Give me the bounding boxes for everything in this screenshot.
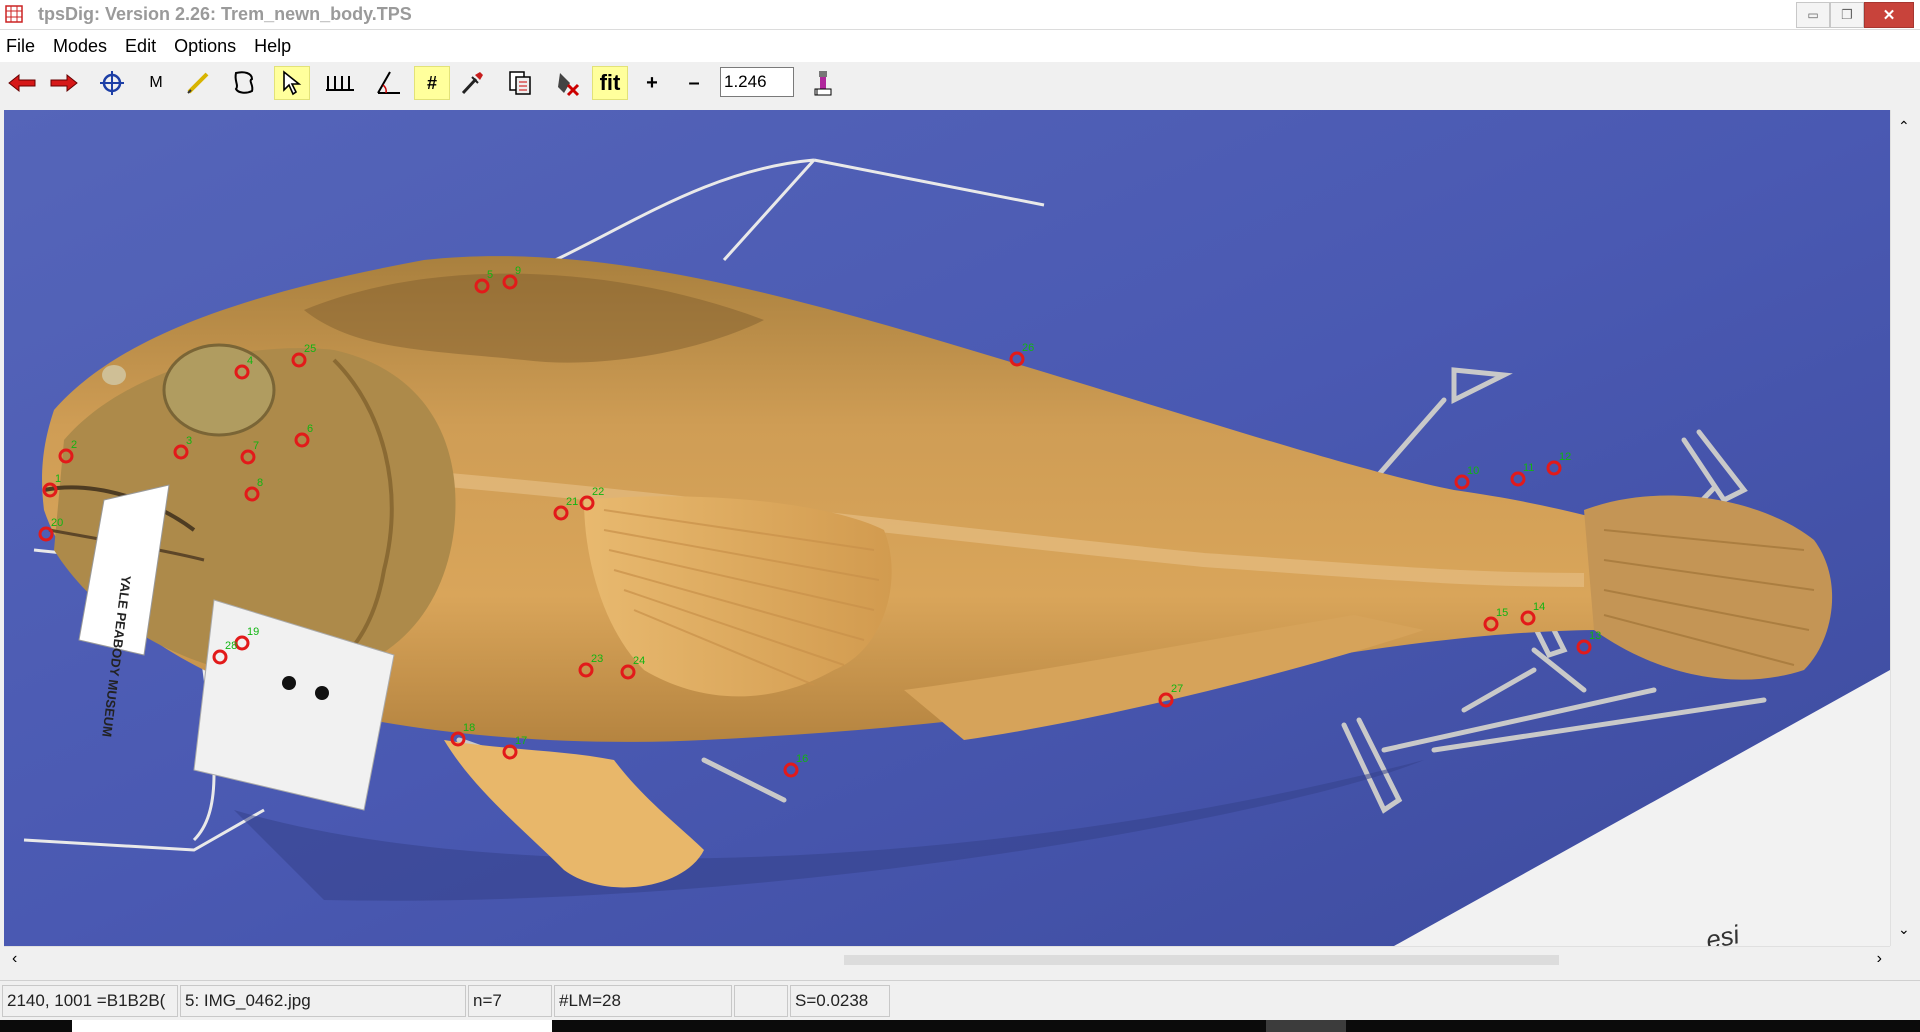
vertical-scrollbar[interactable]: ⌃ ⌄ [1890,110,1916,946]
previous-image-button[interactable] [4,66,40,100]
dropper-icon [461,72,483,95]
select-mode-button[interactable] [274,66,310,100]
specimen-image: YALE PEABODY MUSEUM esi 12 345678910 11121… [4,110,1890,946]
menu-edit[interactable]: Edit [125,36,156,57]
scroll-left-icon[interactable]: ‹ [12,950,17,968]
landmark-label: 17 [515,735,527,747]
minus-icon: – [688,71,700,94]
image-canvas[interactable]: YALE PEABODY MUSEUM esi 1 2 3 4 5 6 7 8 9 10 11 12 1… [4,110,1890,946]
status-landmark-count: #LM=28 [554,985,732,1017]
landmark-label: 23 [591,653,603,665]
minimize-icon: ▭ [1807,8,1819,22]
outline-icon [234,71,254,94]
right-arrow-icon [50,73,78,93]
document-icon [509,71,531,95]
horizontal-scrollbar[interactable]: ‹ › [4,946,1890,972]
plus-icon: + [646,71,658,94]
title-bar: tpsDig: Version 2.26: Trem_newn_body.TPS… [0,0,1920,30]
landmark-label: 21 [566,496,578,508]
left-arrow-icon [8,73,36,93]
rotate-button[interactable] [806,66,842,100]
landmark-label: 1 [55,473,61,485]
landmark-label: 14 [1533,601,1545,613]
close-button[interactable]: ✕ [1864,2,1914,28]
close-icon: ✕ [1882,7,1896,24]
scroll-up-icon[interactable]: ⌃ [1898,118,1910,135]
landmark-label: 22 [592,486,604,498]
pencil-icon [187,72,209,94]
landmark-label: 11 [1523,462,1534,474]
landmark-label: 6 [307,423,313,435]
landmark-label: 19 [247,626,259,638]
menu-options[interactable]: Options [174,36,236,57]
landmark-label: 7 [253,440,259,452]
landmark-label: 9 [515,265,521,277]
minimize-button[interactable]: ▭ [1796,2,1830,28]
menu-file[interactable]: File [6,36,35,57]
ruler-icon [326,76,354,91]
landmark-label: 3 [186,435,192,447]
clear-landmarks-button[interactable] [550,66,586,100]
digitize-landmarks-button[interactable] [94,66,130,100]
landmark-label: 4 [247,355,253,367]
window-title: tpsDig: Version 2.26: Trem_newn_body.TPS [38,4,412,24]
status-coordinates: 2140, 1001 =B1B2B( [2,985,178,1017]
status-specimen-number: n=7 [468,985,552,1017]
horizontal-scroll-thumb[interactable] [844,955,1559,965]
landmark-label: 26 [1022,342,1034,354]
angle-button[interactable] [370,66,406,100]
landmark-label: 15 [1496,607,1508,619]
zoom-out-button[interactable]: – [676,66,712,100]
zoom-in-button[interactable]: + [634,66,670,100]
clamp-icon [814,71,832,96]
zoom-input[interactable]: 1.246 [720,67,794,97]
status-scale: S=0.0238 [790,985,890,1017]
landmark-label: 28 [225,640,237,652]
image-info-button[interactable] [502,66,538,100]
maximize-button[interactable]: ❐ [1830,2,1864,28]
landmark-label: 16 [796,753,808,765]
status-empty-cell [734,985,788,1017]
fit-label: fit [599,70,621,95]
maximize-icon: ❐ [1841,7,1853,22]
landmark-label: 10 [1467,465,1479,477]
color-button[interactable] [454,66,490,100]
landmark-label: 2 [71,439,77,451]
menu-help[interactable]: Help [254,36,291,57]
pointer-icon [283,70,302,96]
landmark-label: 24 [633,655,645,667]
delete-points-icon [558,73,580,97]
landmark-label: 12 [1559,451,1571,463]
landmark-label: 18 [463,722,475,734]
taskbar-active-item[interactable] [72,1020,552,1032]
hash-icon: # [426,72,437,93]
crosshair-icon [100,71,124,95]
fit-button[interactable]: fit [592,66,628,100]
landmark-label: 13 [1589,630,1601,642]
measure-button[interactable]: M [138,66,174,100]
landmark-label: 25 [304,343,316,355]
scroll-right-icon[interactable]: › [1877,950,1882,968]
landmark-label: 20 [51,517,63,529]
menu-bar: File Modes Edit Options Help [0,30,1920,62]
landmark-label: 5 [487,269,493,281]
angle-icon [377,71,400,94]
draw-line-button[interactable] [180,66,216,100]
toolbar: M # fit + – [0,62,1920,104]
scroll-down-icon[interactable]: ⌄ [1898,921,1910,938]
status-filename: 5: IMG_0462.jpg [180,985,466,1017]
draw-outline-button[interactable] [226,66,262,100]
menu-modes[interactable]: Modes [53,36,107,57]
app-icon [5,5,23,23]
show-numbers-button[interactable]: # [414,66,450,100]
landmark-label: 8 [257,477,263,489]
m-label: M [149,74,163,91]
taskbar-item[interactable] [1266,1020,1346,1032]
status-bar: 2140, 1001 =B1B2B( 5: IMG_0462.jpg n=7 #… [0,980,1920,1020]
next-image-button[interactable] [46,66,82,100]
ruler-button[interactable] [322,66,358,100]
landmark-label: 27 [1171,683,1183,695]
